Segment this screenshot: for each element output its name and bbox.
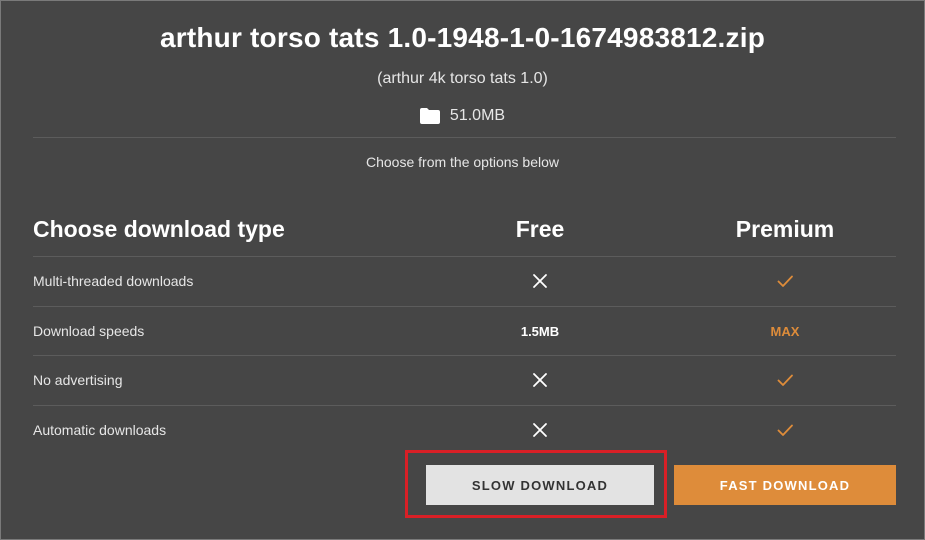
file-subtitle: (arthur 4k torso tats 1.0) <box>377 70 548 87</box>
x-icon <box>533 373 547 387</box>
row-label: Automatic downloads <box>33 422 167 438</box>
choose-options-text: Choose from the options below <box>366 154 559 170</box>
free-cell <box>440 256 640 306</box>
table-header-premium: Premium <box>735 216 835 242</box>
file-title: arthur torso tats 1.0-1948-1-0-167498381… <box>159 22 766 53</box>
premium-cell <box>685 405 885 455</box>
table-row: Automatic downloads <box>33 405 896 455</box>
check-icon <box>777 424 793 436</box>
row-label: Multi-threaded downloads <box>33 273 194 289</box>
free-cell <box>440 355 640 405</box>
check-icon <box>777 374 793 386</box>
free-cell: 1.5MB <box>440 306 640 356</box>
check-icon <box>777 275 793 287</box>
file-size: 51.0MB <box>449 107 506 124</box>
fast-download-button[interactable]: FAST DOWNLOAD <box>674 465 896 505</box>
x-icon <box>533 274 547 288</box>
slow-download-button[interactable]: SLOW DOWNLOAD <box>426 465 654 505</box>
premium-cell <box>685 355 885 405</box>
row-label: No advertising <box>33 372 123 388</box>
free-cell <box>440 405 640 455</box>
free-speed-value: 1.5MB <box>520 323 560 339</box>
table-header-free: Free <box>515 216 565 242</box>
table-header-type: Choose download type <box>33 216 285 242</box>
row-label: Download speeds <box>33 323 145 339</box>
table-row: Download speeds 1.5MB MAX <box>33 306 896 356</box>
divider <box>33 137 896 138</box>
table-row: Multi-threaded downloads <box>33 256 896 306</box>
file-size-row: 51.0MB <box>0 106 925 126</box>
premium-speed-value: MAX <box>770 323 800 339</box>
folder-icon <box>419 108 440 124</box>
x-icon <box>533 423 547 437</box>
premium-cell <box>685 256 885 306</box>
premium-cell: MAX <box>685 306 885 356</box>
table-row: No advertising <box>33 355 896 405</box>
